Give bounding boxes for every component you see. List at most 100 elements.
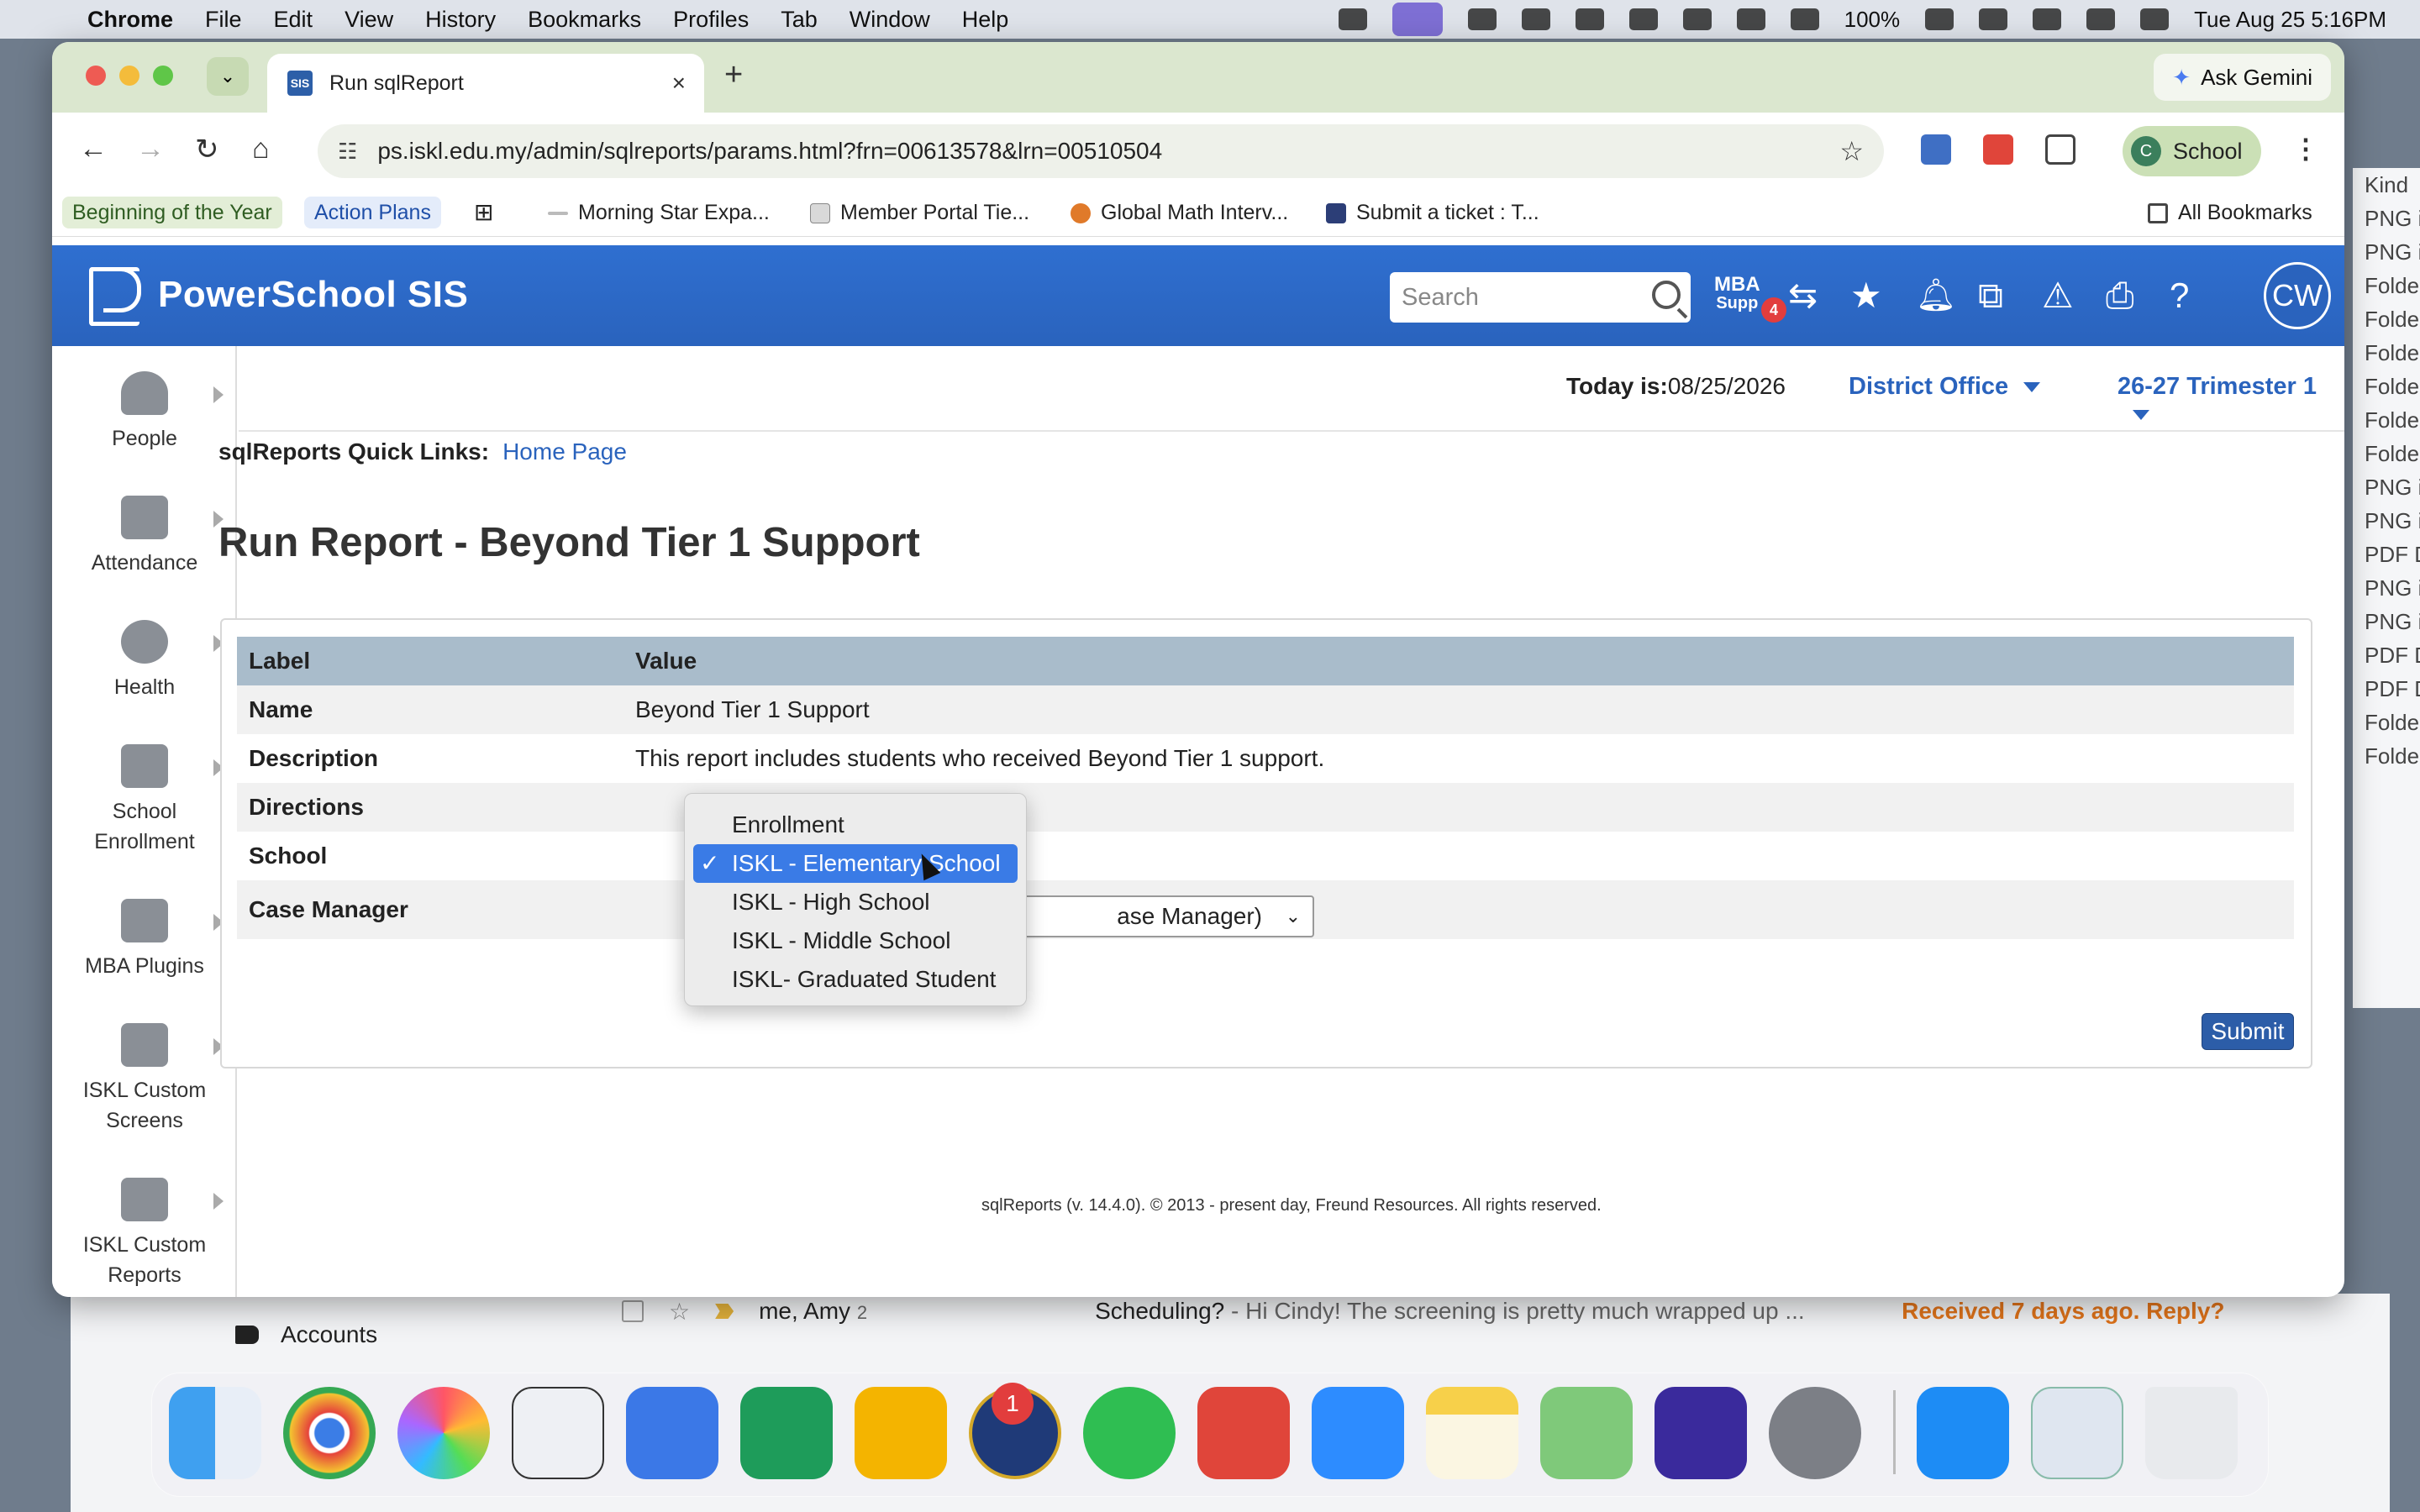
term-dropdown[interactable]: 26-27 Trimester 1 [2118, 373, 2344, 428]
menu-tab[interactable]: Tab [781, 7, 818, 33]
grammarly-icon[interactable] [1655, 1387, 1747, 1479]
reload-icon[interactable]: ↻ [195, 133, 219, 166]
nav-attendance[interactable]: Attendance [52, 496, 237, 578]
whatsapp-icon[interactable] [1083, 1387, 1176, 1479]
chat-icon[interactable] [1575, 8, 1604, 30]
school-option[interactable]: Enrollment [693, 806, 1018, 844]
forward-icon[interactable]: → [136, 133, 165, 165]
all-bookmarks-folder[interactable]: All Bookmarks [2138, 197, 2323, 228]
back-icon[interactable]: ← [79, 133, 108, 165]
notes-icon[interactable] [1426, 1387, 1518, 1479]
chrome-icon[interactable] [283, 1387, 376, 1479]
keyboard-icon[interactable] [1682, 8, 1712, 30]
new-tab-button[interactable]: + [724, 57, 743, 93]
grammarly-icon[interactable] [1467, 8, 1497, 30]
submit-button[interactable]: Submit [2202, 1013, 2294, 1050]
google-slides-icon[interactable] [855, 1387, 947, 1479]
help-icon[interactable]: ? [2170, 276, 2189, 316]
star-icon[interactable]: ☆ [669, 1298, 690, 1326]
menu-app-chrome[interactable]: Chrome [87, 7, 173, 33]
nav-iskl-custom-reports[interactable]: ISKL Custom Reports [52, 1178, 237, 1290]
google-docs-icon[interactable] [626, 1387, 718, 1479]
minimize-window-button[interactable] [119, 66, 139, 86]
system-settings-icon[interactable] [1769, 1387, 1861, 1479]
keynote-icon[interactable] [512, 1387, 604, 1479]
bookmark-beginning-of-year[interactable]: Beginning of the Year [62, 197, 282, 228]
finder-icon[interactable] [169, 1387, 261, 1479]
importance-icon[interactable] [715, 1304, 734, 1319]
photos-icon[interactable] [397, 1387, 490, 1479]
school-option[interactable]: ISKL - High School [693, 883, 1018, 921]
nav-mba-plugins[interactable]: MBA Plugins [52, 899, 237, 981]
zoom-window-button[interactable] [153, 66, 173, 86]
todoist-icon[interactable] [1197, 1387, 1290, 1479]
extensions-puzzle-icon[interactable] [2045, 134, 2075, 165]
notification-bell-icon[interactable]: 🔔︎ [1916, 276, 1956, 316]
user-avatar[interactable]: CW [2264, 262, 2331, 329]
trash-icon[interactable] [2145, 1387, 2238, 1479]
alert-triangle-icon[interactable]: ⚠ [2042, 276, 2074, 316]
bookmark-star-icon[interactable]: ☆ [1839, 135, 1864, 167]
ps-search-input[interactable]: Search [1390, 272, 1691, 323]
favorites-star-icon[interactable]: ★ [1850, 276, 1882, 316]
wifi-icon[interactable] [1979, 8, 2008, 30]
address-bar[interactable]: ☷ ps.iskl.edu.my/admin/sqlreports/params… [318, 124, 1884, 178]
powerschool-logo-icon[interactable] [89, 267, 141, 326]
airplane-icon[interactable] [1338, 8, 1367, 30]
menu-file[interactable]: File [205, 7, 242, 33]
school-select-dropdown[interactable]: Enrollment ✓ ISKL - Elementary School ISK… [684, 793, 1027, 1006]
mba-support-button[interactable]: MBA Supp 4 [1714, 275, 1786, 323]
menu-window[interactable]: Window [850, 7, 930, 33]
menu-edit[interactable]: Edit [274, 7, 313, 33]
search-icon[interactable] [1652, 281, 1681, 309]
maps-icon[interactable] [1540, 1387, 1633, 1479]
print-icon[interactable]: ⎙ [2106, 276, 2134, 316]
nav-people[interactable]: People [52, 371, 237, 454]
screen-share-icon[interactable] [1392, 3, 1443, 36]
expand-arrow-icon[interactable] [213, 386, 224, 403]
external-link-icon[interactable]: ⧉ [1978, 276, 2003, 316]
volume-icon[interactable] [1736, 8, 1765, 30]
mail-label-accounts[interactable]: Accounts [235, 1321, 377, 1348]
close-window-button[interactable] [86, 66, 106, 86]
menu-clock[interactable]: Tue Aug 25 5:16PM [2194, 7, 2386, 33]
tab-search-button[interactable]: ⌄ [207, 57, 249, 96]
bookmark-action-plans[interactable]: Action Plans [304, 197, 441, 228]
battery-icon[interactable] [1925, 8, 1954, 30]
pdf-document-icon[interactable] [2031, 1387, 2123, 1479]
bookmark-morning-star[interactable]: Morning Star Expa... [538, 197, 780, 228]
bluetooth-icon[interactable] [1790, 8, 1819, 30]
school-option[interactable]: ISKL - Middle School [693, 921, 1018, 960]
google-sheets-icon[interactable] [740, 1387, 833, 1479]
tab-run-sqlreport[interactable]: SIS Run sqlReport × [267, 54, 704, 113]
swap-arrows-icon[interactable]: ⇆ [1788, 276, 1818, 316]
menu-profiles[interactable]: Profiles [673, 7, 749, 33]
url-text[interactable]: ps.iskl.edu.my/admin/sqlreports/params.h… [377, 138, 1839, 165]
home-page-link[interactable]: Home Page [502, 438, 627, 465]
school-option-selected[interactable]: ✓ ISKL - Elementary School [693, 844, 1018, 883]
school-option[interactable]: ISKL- Graduated Student [693, 960, 1018, 999]
nav-iskl-custom-screens[interactable]: ISKL Custom Screens [52, 1023, 237, 1136]
battery-percent[interactable]: 100% [1844, 7, 1901, 33]
zoom-status-icon[interactable] [1521, 8, 1550, 30]
menu-view[interactable]: View [345, 7, 393, 33]
powerschool-title[interactable]: PowerSchool SIS [158, 274, 468, 316]
app-store-icon[interactable] [1917, 1387, 2009, 1479]
siri-icon[interactable] [2140, 8, 2170, 30]
nav-health[interactable]: Health [52, 620, 237, 702]
extension-todoist-icon[interactable] [1983, 134, 2013, 165]
zoom-icon[interactable] [1312, 1387, 1404, 1479]
home-icon[interactable]: ⌂ [252, 133, 270, 165]
todoist-status-icon[interactable] [1628, 8, 1658, 30]
chrome-menu-icon[interactable]: ⋮ [2292, 133, 2319, 165]
close-tab-icon[interactable]: × [672, 70, 686, 97]
expand-arrow-icon[interactable] [213, 1193, 224, 1210]
menu-history[interactable]: History [425, 7, 496, 33]
bookmark-global-math[interactable]: Global Math Interv... [1060, 197, 1298, 228]
menu-help[interactable]: Help [962, 7, 1009, 33]
district-office-dropdown[interactable]: District Office [1849, 373, 2041, 401]
mail-checkbox[interactable] [622, 1300, 644, 1322]
bookmark-member-portal[interactable]: Member Portal Tie... [800, 197, 1039, 228]
ask-gemini-button[interactable]: ✦ Ask Gemini [2154, 54, 2331, 101]
bookmark-submit-ticket[interactable]: Submit a ticket : T... [1316, 197, 1549, 228]
